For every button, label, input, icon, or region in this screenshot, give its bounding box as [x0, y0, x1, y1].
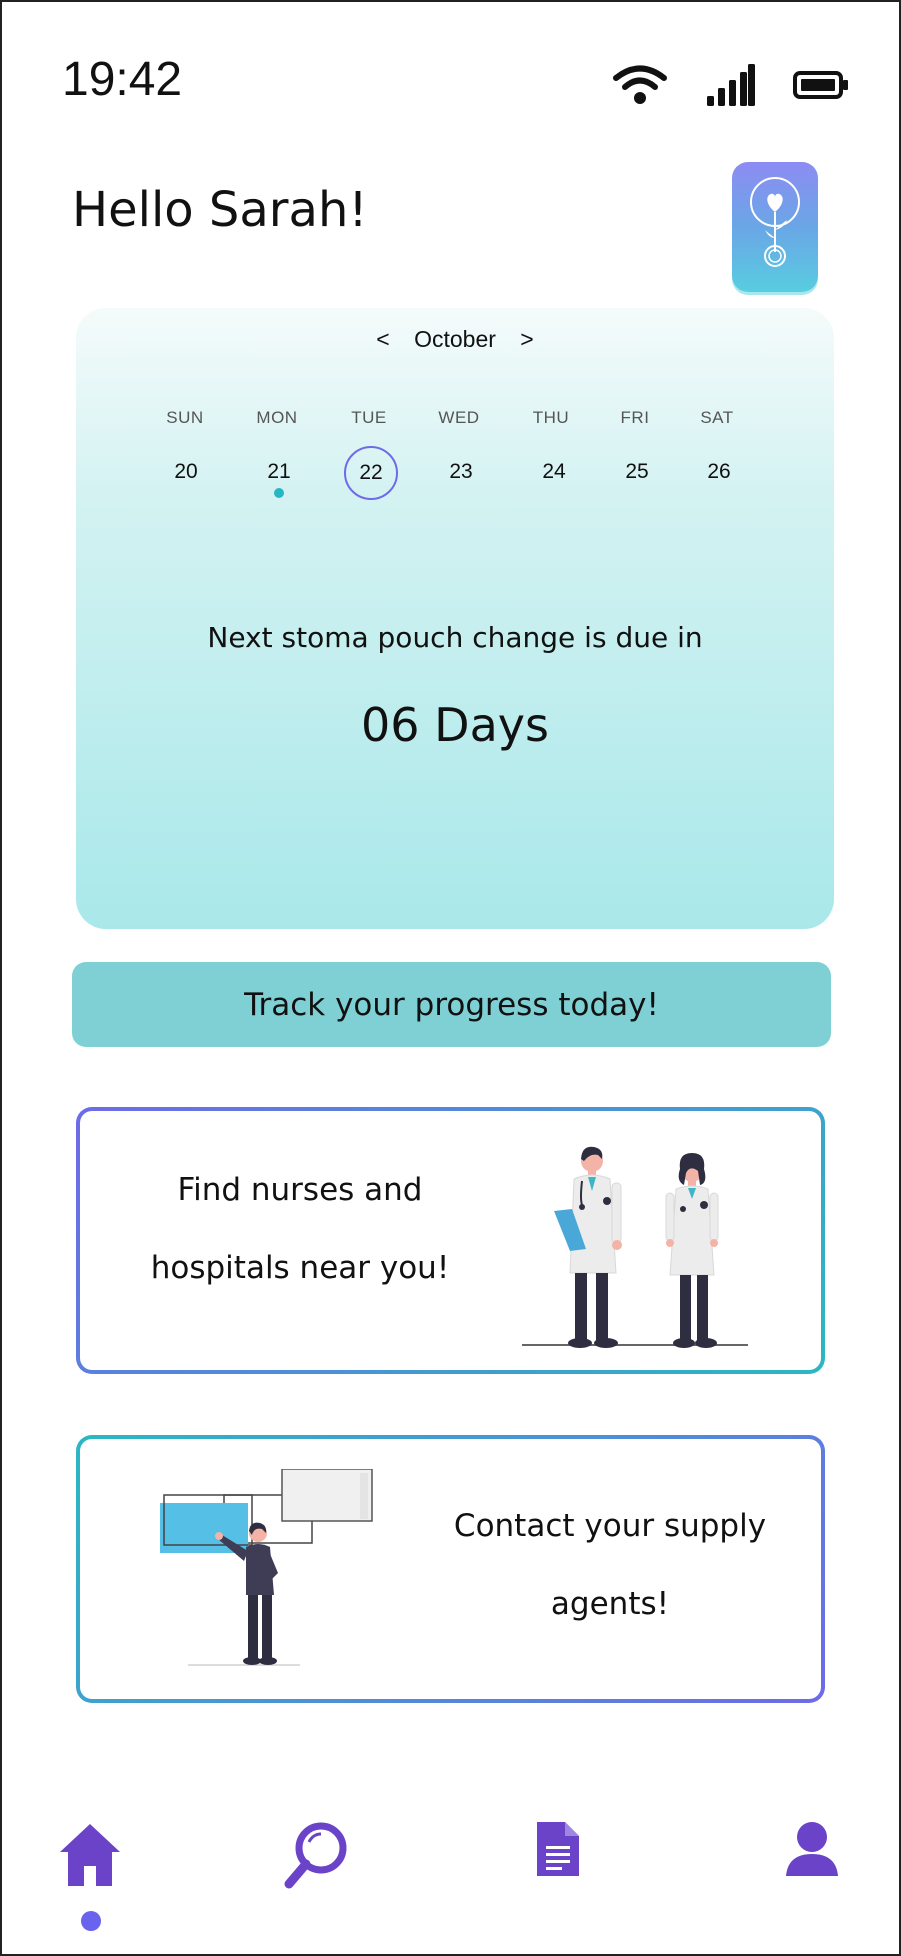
nav-home[interactable] [58, 1820, 122, 1894]
next-month-button[interactable]: > [502, 326, 551, 353]
status-icons [613, 64, 849, 106]
nav-search[interactable] [283, 1820, 349, 1894]
supply-agents-text: Contact your supply agents! [435, 1487, 785, 1643]
supply-agents-line1: Contact your supply [453, 1508, 767, 1544]
signal-icon [707, 64, 755, 106]
search-icon [284, 1822, 347, 1889]
weekday-thu: THU [532, 408, 570, 427]
presenter-illustration-icon [160, 1469, 373, 1666]
find-nurses-card[interactable]: Find nurses and hospitals near you! [76, 1107, 825, 1374]
date-cell-selected[interactable]: 22 [331, 446, 411, 500]
app-logo [732, 162, 818, 292]
nav-profile[interactable] [784, 1820, 840, 1886]
find-nurses-line1: Find nurses and [177, 1172, 423, 1208]
event-marker-dot [274, 488, 284, 498]
date-cell[interactable]: 21 [239, 460, 319, 484]
month-label: October [414, 326, 496, 352]
weekday-tue: TUE [351, 408, 387, 427]
date-cell[interactable]: 26 [679, 460, 759, 484]
weekday-wed: WED [438, 408, 480, 427]
reminder-countdown: 06 Days [361, 698, 549, 752]
calendar-card: < October > SUN MON TUE WED THU FRI SAT … [76, 308, 834, 929]
battery-icon [793, 71, 848, 99]
bottom-navigation [0, 1820, 901, 1930]
status-time: 19:42 [62, 53, 183, 106]
reminder-label: Next stoma pouch change is due in [207, 621, 703, 654]
track-progress-label: Track your progress today! [244, 986, 659, 1023]
weekday-sun: SUN [166, 408, 204, 427]
active-tab-indicator [81, 1911, 101, 1931]
month-navigator: < October > [76, 326, 834, 353]
weekday-fri: FRI [620, 408, 650, 427]
home-icon [60, 1824, 120, 1886]
selected-date-ring: 22 [344, 446, 398, 500]
selected-date-label: 22 [359, 461, 383, 484]
nav-documents[interactable] [535, 1820, 581, 1882]
date-cell[interactable]: 25 [597, 460, 677, 484]
weekday-mon: MON [256, 408, 298, 427]
doctors-illustration-icon [522, 1146, 748, 1348]
date-cell[interactable]: 24 [514, 460, 594, 484]
document-icon [537, 1822, 579, 1876]
date-cell[interactable]: 23 [421, 460, 501, 484]
prev-month-button[interactable]: < [358, 326, 407, 353]
greeting-title: Hello Sarah! [72, 182, 368, 238]
supply-agents-card[interactable]: Contact your supply agents! [76, 1435, 825, 1703]
wifi-icon [613, 65, 667, 104]
profile-icon [786, 1822, 838, 1876]
date-cell[interactable]: 20 [146, 460, 226, 484]
supply-agents-line2: agents! [550, 1586, 670, 1622]
find-nurses-text: Find nurses and hospitals near you! [130, 1151, 470, 1307]
weekday-sat: SAT [700, 408, 734, 427]
heart-sprout-logo [750, 177, 800, 267]
find-nurses-line2: hospitals near you! [150, 1250, 450, 1286]
track-progress-button[interactable]: Track your progress today! [72, 962, 831, 1047]
